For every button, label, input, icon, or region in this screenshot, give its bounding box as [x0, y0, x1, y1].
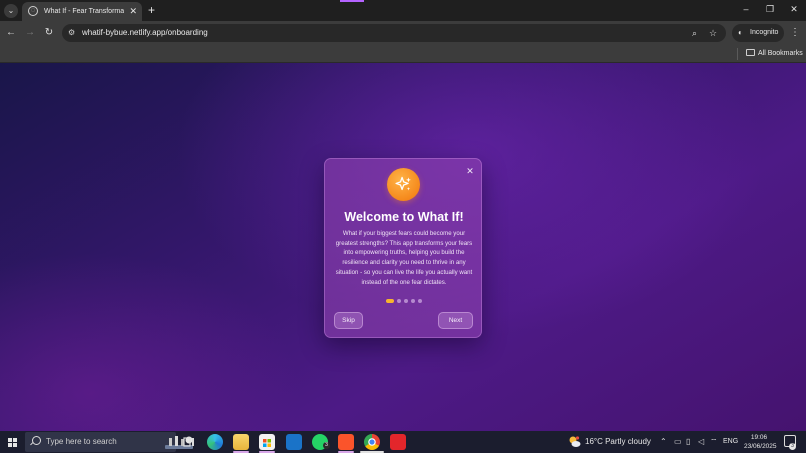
language-indicator[interactable]: ENG — [723, 436, 738, 448]
reload-icon[interactable]: ↻ — [42, 26, 56, 40]
window-close-icon[interactable]: ✕ — [787, 3, 801, 15]
onboarding-modal: ✕ Welcome to What If! What if your bigge… — [324, 158, 482, 338]
weather-text[interactable]: 16°C Partly cloudy — [585, 436, 651, 448]
all-bookmarks-label: All Bookmarks — [758, 50, 803, 57]
incognito-label: Incognito — [750, 29, 779, 36]
forward-icon[interactable]: → — [23, 26, 37, 40]
wifi-icon[interactable]: ⌔ — [710, 436, 718, 448]
zoom-icon[interactable]: ⌕ — [692, 27, 697, 39]
new-tab-button[interactable]: + — [148, 3, 155, 17]
tab-title: What If - Fear Transformation A — [44, 8, 124, 15]
step-dot[interactable] — [404, 299, 408, 303]
browser-menu-icon[interactable]: ⋮ — [790, 26, 800, 40]
skip-button[interactable]: Skip — [334, 312, 363, 329]
modal-title: Welcome to What If! — [344, 210, 464, 224]
page-viewport: ✕ Welcome to What If! What if your bigge… — [0, 63, 806, 431]
task-view-icon[interactable] — [181, 434, 197, 450]
step-dot[interactable] — [397, 299, 401, 303]
minimize-icon[interactable]: – — [739, 3, 753, 15]
step-dot-active[interactable] — [386, 299, 394, 303]
step-dot[interactable] — [418, 299, 422, 303]
restore-icon[interactable]: ❐ — [763, 3, 777, 15]
tab-close-icon[interactable]: ✕ — [129, 5, 137, 17]
tab-strip: ⌄ ◌ What If - Fear Transformation A ✕ + … — [0, 0, 806, 21]
bookmarks-bar: All Bookmarks — [0, 45, 806, 63]
incognito-icon: ◐ — [738, 28, 743, 37]
volume-icon[interactable]: ◁ — [698, 436, 704, 448]
windows-start-icon[interactable] — [8, 438, 17, 447]
back-icon[interactable]: ← — [4, 26, 18, 40]
search-icon — [32, 436, 41, 445]
partly-cloudy-icon — [569, 436, 581, 447]
chrome-icon[interactable] — [364, 434, 380, 450]
clock-date: 23/06/2025 — [744, 443, 777, 450]
next-button[interactable]: Next — [438, 312, 473, 329]
globe-icon: ◌ — [28, 6, 38, 16]
clock[interactable]: 19:06 23/06/2025 — [744, 433, 777, 451]
brave-icon[interactable] — [338, 434, 354, 450]
notification-badge: 3 — [789, 443, 796, 450]
step-dot[interactable] — [411, 299, 415, 303]
edge-icon[interactable] — [207, 434, 223, 450]
incognito-button[interactable]: ◐ Incognito — [732, 24, 784, 42]
sparkles-glyph — [395, 176, 411, 191]
browser-toolbar: ← → ↻ ⚙ whatif-bybue.netlify.app/onboard… — [0, 21, 806, 45]
folder-icon — [746, 49, 755, 56]
all-bookmarks-button[interactable]: All Bookmarks — [746, 48, 803, 60]
active-tab[interactable]: ◌ What If - Fear Transformation A ✕ — [22, 2, 142, 21]
modal-description: What if your biggest fears could become … — [335, 230, 473, 286]
bookmarks-divider — [737, 48, 738, 60]
step-indicator — [386, 299, 426, 303]
sparkles-icon — [387, 168, 420, 201]
file-explorer-icon[interactable] — [233, 434, 249, 450]
bookmark-star-icon[interactable]: ☆ — [709, 27, 717, 39]
microsoft-store-icon[interactable] — [259, 434, 275, 450]
clock-time: 19:06 — [750, 434, 768, 441]
address-bar[interactable]: ⚙ whatif-bybue.netlify.app/onboarding ⌕ … — [62, 24, 726, 42]
chevron-up-icon[interactable]: ⌃ — [660, 436, 667, 448]
pdf-reader-icon[interactable] — [390, 434, 406, 450]
profile-indicator — [340, 0, 364, 2]
tab-search-button[interactable]: ⌄ — [4, 4, 18, 18]
taskbar-search[interactable]: Type here to search — [25, 432, 193, 452]
outlook-icon[interactable] — [286, 434, 302, 450]
close-icon[interactable]: ✕ — [464, 164, 476, 178]
whatsapp-badge: 3 — [323, 442, 330, 449]
search-placeholder: Type here to search — [46, 437, 117, 446]
windows-taskbar: Type here to search 3 16°C Partly cloudy… — [0, 431, 806, 453]
battery-icon[interactable]: ▯ — [686, 436, 690, 448]
meet-now-icon[interactable]: ▭ — [674, 436, 682, 448]
site-info-icon[interactable]: ⚙ — [68, 28, 78, 38]
url-text[interactable]: whatif-bybue.netlify.app/onboarding — [82, 27, 208, 39]
